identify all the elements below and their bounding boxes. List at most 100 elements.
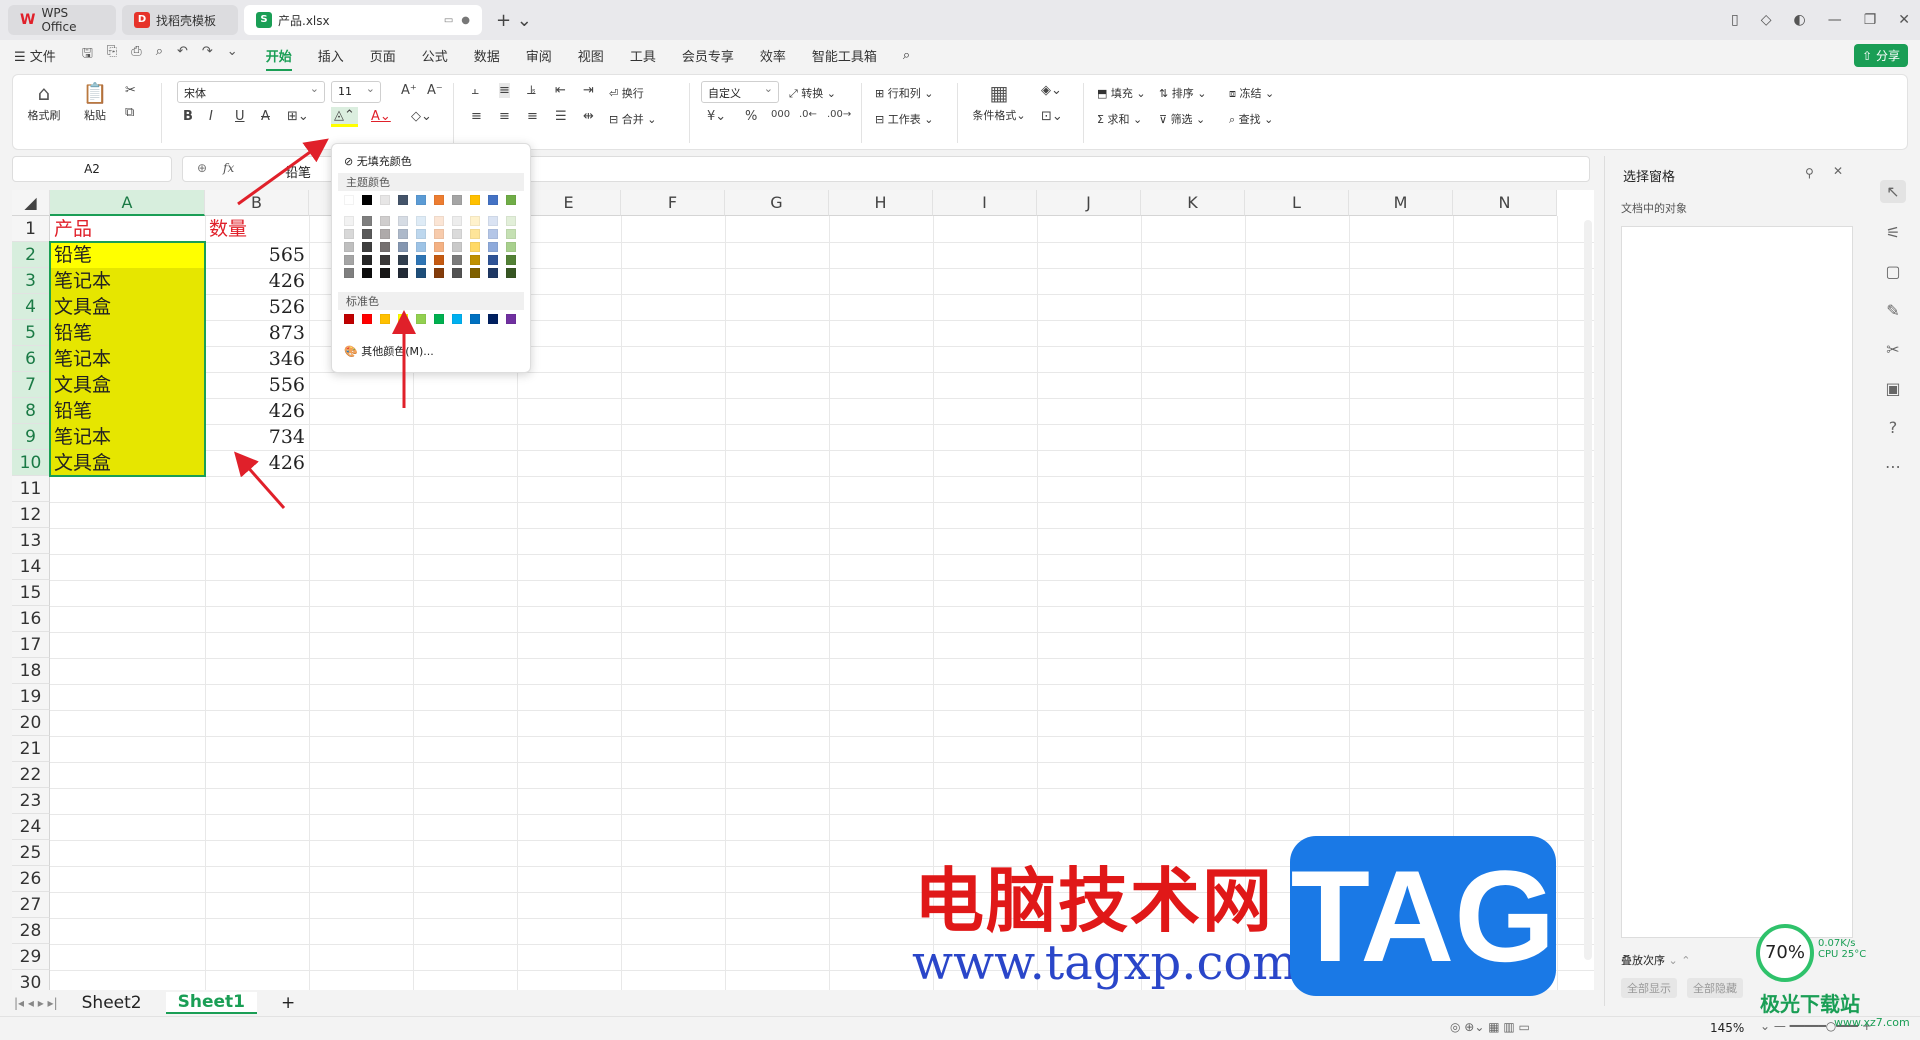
percent-icon[interactable]: % [745,109,757,124]
theme-shade-swatch[interactable] [344,255,354,265]
new-tab-button[interactable]: + ⌄ [496,10,532,31]
row-header-8[interactable]: 8 [12,398,50,424]
unsaved-dot-icon[interactable]: ● [461,15,470,26]
menu-page[interactable]: 页面 [370,46,396,65]
theme-shade-swatch[interactable] [488,268,498,278]
decrease-font-icon[interactable]: A⁻ [427,83,443,98]
row-header-29[interactable]: 29 [12,944,50,970]
more-colors-option[interactable]: 🎨 其他颜色(M)... [344,343,434,359]
cell-style-icon[interactable]: ◈⌄ [1041,83,1062,98]
theme-shade-swatch[interactable] [362,229,372,239]
book-icon[interactable]: ▣ [1885,379,1900,398]
menu-smart-tools[interactable]: 智能工具箱 [812,46,877,65]
avatar[interactable]: ◐ [1793,12,1805,28]
row-header-7[interactable]: 7 [12,372,50,398]
currency-icon[interactable]: ¥⌄ [707,109,726,124]
format-painter-button[interactable]: ⌂ 格式刷 [27,81,61,123]
theme-shade-swatch[interactable] [506,216,516,226]
theme-shade-swatch[interactable] [380,242,390,252]
cell-b7[interactable]: 556 [205,372,309,398]
sum-button[interactable]: Σ 求和 ⌄ [1097,111,1142,127]
theme-shade-swatch[interactable] [380,229,390,239]
menu-tools[interactable]: 工具 [630,46,656,65]
undo-icon[interactable]: ↶ [177,44,188,66]
column-header-m[interactable]: M [1349,190,1453,216]
thousands-icon[interactable]: 000 [771,109,790,120]
search-icon[interactable]: ⌕ [903,48,910,63]
theme-shade-swatch[interactable] [488,229,498,239]
share-button[interactable]: ⇧ 分享 [1854,44,1908,67]
theme-color-swatch[interactable] [380,195,390,205]
yellow-standard-swatch[interactable] [398,314,408,324]
theme-shade-swatch[interactable] [344,268,354,278]
sheet-tab-sheet2[interactable]: Sheet2 [70,993,154,1013]
theme-color-swatch[interactable] [506,195,516,205]
zoom-level[interactable]: 145% [1710,1021,1744,1035]
cell-b1[interactable]: 数量 [205,216,309,242]
indent-decrease-icon[interactable]: ⇤ [555,83,566,98]
theme-shade-swatch[interactable] [434,229,444,239]
row-header-24[interactable]: 24 [12,814,50,840]
theme-shade-swatch[interactable] [452,242,462,252]
menu-data[interactable]: 数据 [474,46,500,65]
clear-format-icon[interactable]: ◇⌄ [411,109,432,124]
menu-review[interactable]: 审阅 [526,46,552,65]
row-header-11[interactable]: 11 [12,476,50,502]
theme-shade-swatch[interactable] [380,255,390,265]
paste-button[interactable]: 📋 粘贴 [75,81,115,123]
row-header-16[interactable]: 16 [12,606,50,632]
align-left-icon[interactable]: ≡ [471,109,482,124]
rows-cols-button[interactable]: ⊞ 行和列 ⌄ [875,85,933,101]
cell-a1[interactable]: 产品 [50,216,205,242]
border-icon[interactable]: ⊞⌄ [287,109,309,124]
close-icon[interactable]: ✕ [1898,12,1910,28]
fx-icon[interactable]: fx [223,161,234,175]
increase-font-icon[interactable]: A⁺ [401,83,417,98]
cut-icon[interactable]: ✂ [125,83,136,98]
tools-icon[interactable]: ✂ [1886,340,1899,359]
theme-shade-swatch[interactable] [434,268,444,278]
decrease-decimal-icon[interactable]: .00→ [827,109,851,120]
underline-icon[interactable]: U [235,109,245,124]
font-color-icon[interactable]: A⌄ [371,109,391,124]
distribute-icon[interactable]: ⇹ [583,109,594,124]
theme-shade-swatch[interactable] [434,216,444,226]
align-middle-icon[interactable]: ≡ [499,83,510,98]
standard-color-swatch[interactable] [344,314,354,324]
column-header-h[interactable]: H [829,190,933,216]
row-header-18[interactable]: 18 [12,658,50,684]
theme-color-swatch[interactable] [452,195,462,205]
theme-shade-swatch[interactable] [434,242,444,252]
theme-shade-swatch[interactable] [434,255,444,265]
row-header-2[interactable]: 2 [12,242,50,268]
close-pane-icon[interactable]: ✕ [1833,164,1843,178]
align-top-icon[interactable]: ⫠ [471,83,479,98]
vertical-scrollbar[interactable] [1584,220,1592,960]
redo-icon[interactable]: ↷ [202,44,213,66]
number-format-select[interactable]: 自定义 [701,81,779,103]
theme-shade-swatch[interactable] [362,255,372,265]
standard-color-swatch[interactable] [380,314,390,324]
theme-shade-swatch[interactable] [488,216,498,226]
standard-color-swatch[interactable] [470,314,480,324]
column-header-a[interactable]: A [50,190,205,216]
standard-color-swatch[interactable] [488,314,498,324]
align-bottom-icon[interactable]: ⫡ [527,83,536,98]
font-size-select[interactable]: 11 [331,81,381,103]
select-all-corner[interactable]: ◢ [12,190,50,216]
pin-icon[interactable]: ⚲ [1805,166,1814,180]
cell-b10[interactable]: 426 [205,450,309,476]
row-header-22[interactable]: 22 [12,762,50,788]
row-header-26[interactable]: 26 [12,866,50,892]
bold-icon[interactable]: B [183,109,193,124]
column-header-b[interactable]: B [205,190,309,216]
row-header-12[interactable]: 12 [12,502,50,528]
theme-shade-swatch[interactable] [470,229,480,239]
no-fill-option[interactable]: ⊘ 无填充颜色 [344,153,412,169]
row-header-28[interactable]: 28 [12,918,50,944]
column-header-e[interactable]: E [517,190,621,216]
merge-button[interactable]: ⊟ 合并 ⌄ [609,111,656,127]
menu-view[interactable]: 视图 [578,46,604,65]
sort-button[interactable]: ⇅ 排序 ⌄ [1159,85,1206,101]
objects-list[interactable] [1621,226,1853,938]
